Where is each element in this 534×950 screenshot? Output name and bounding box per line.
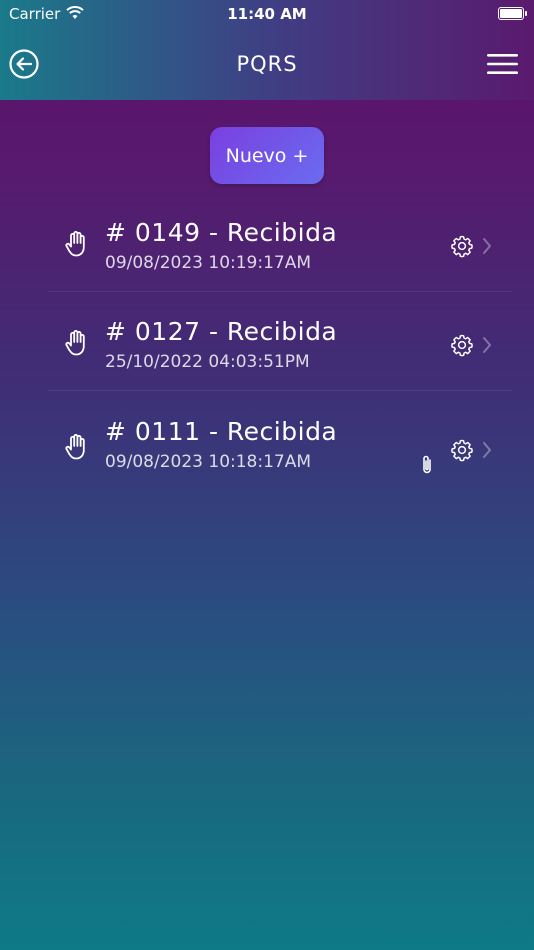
item-date: 25/10/2022 04:03:51PM xyxy=(105,352,310,372)
hand-icon xyxy=(65,434,85,460)
item-date: 09/08/2023 10:18:17AM xyxy=(105,452,312,472)
chevron-right-icon xyxy=(483,238,491,254)
gear-icon[interactable] xyxy=(450,234,474,258)
list-item[interactable]: # 0127 - Recibida 25/10/2022 04:03:51PM xyxy=(48,292,512,391)
new-request-button[interactable]: Nuevo + xyxy=(210,127,324,184)
page-title: PQRS xyxy=(236,52,298,76)
gear-icon[interactable] xyxy=(450,333,474,357)
item-title: # 0111 - Recibida xyxy=(105,417,338,446)
hand-icon xyxy=(65,231,85,257)
list-item[interactable]: # 0111 - Recibida 09/08/2023 10:18:17AM xyxy=(48,391,512,489)
list-item[interactable]: # 0149 - Recibida 09/08/2023 10:19:17AM xyxy=(48,193,512,292)
chevron-right-icon xyxy=(483,337,491,353)
paperclip-icon xyxy=(423,455,431,474)
hamburger-menu-icon[interactable] xyxy=(487,53,518,75)
battery-icon xyxy=(498,7,527,20)
nav-header: Carrier 11:40 AM PQRS xyxy=(0,0,534,100)
gear-icon[interactable] xyxy=(450,438,474,462)
status-time: 11:40 AM xyxy=(227,5,307,23)
status-bar: Carrier 11:40 AM xyxy=(0,0,534,28)
item-title: # 0149 - Recibida xyxy=(105,218,338,247)
hand-icon xyxy=(65,330,85,356)
item-date: 09/08/2023 10:19:17AM xyxy=(105,253,312,273)
chevron-right-icon xyxy=(483,442,491,458)
item-title: # 0127 - Recibida xyxy=(105,317,338,346)
